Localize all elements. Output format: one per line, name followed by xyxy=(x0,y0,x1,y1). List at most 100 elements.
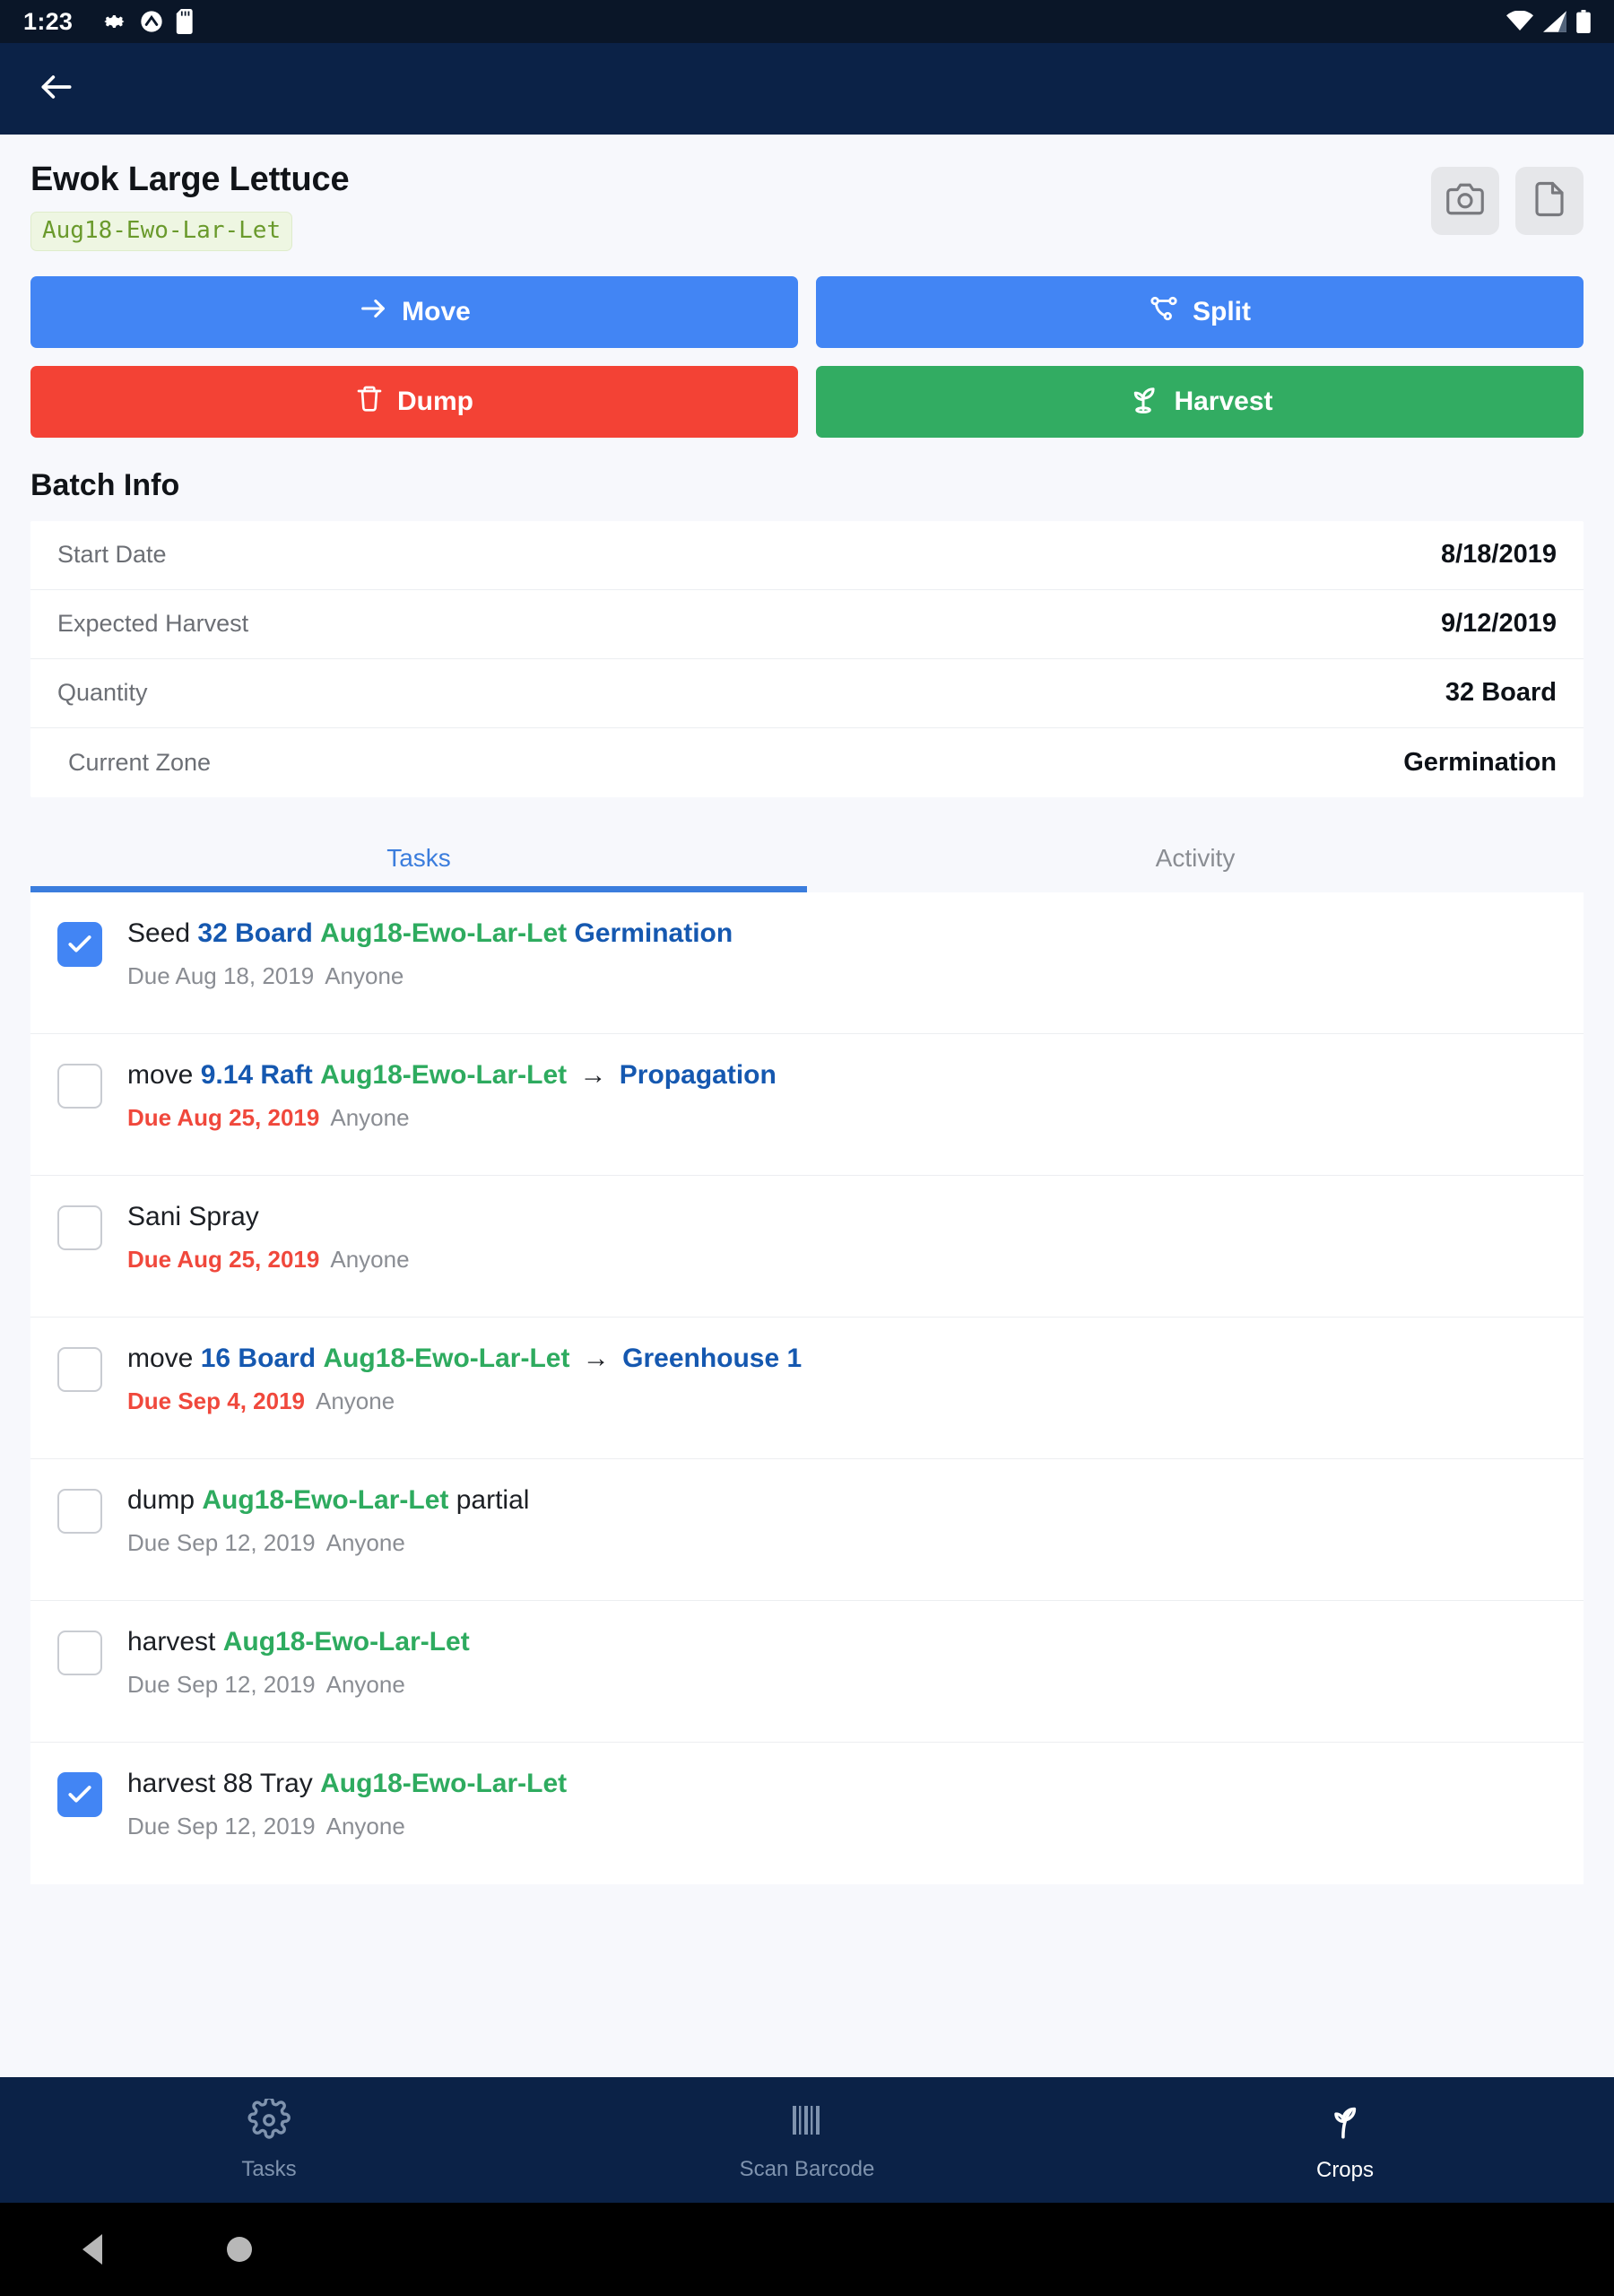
task-checkbox-unchecked[interactable] xyxy=(57,1063,102,1109)
task-checkbox-checked[interactable] xyxy=(57,921,102,967)
page-title: Ewok Large Lettuce xyxy=(30,161,350,198)
arrow-right-icon xyxy=(358,293,388,331)
task-title: harvest 88 Tray Aug18-Ewo-Lar-Let xyxy=(127,1768,1557,1801)
back-button[interactable] xyxy=(27,59,86,118)
task-assignee: Anyone xyxy=(325,1529,405,1557)
task-row[interactable]: dump Aug18-Ewo-Lar-Let partial Due Sep 12… xyxy=(30,1459,1584,1601)
task-title-part: move xyxy=(127,1059,201,1090)
check-icon xyxy=(68,935,91,952)
task-title: move 16 Board Aug18-Ewo-Lar-Let → Greenh… xyxy=(127,1343,1557,1376)
task-assignee: Anyone xyxy=(325,962,404,990)
task-meta: Due Sep 12, 2019 Anyone xyxy=(127,1813,1557,1840)
split-button-label: Split xyxy=(1193,296,1251,326)
task-title-part xyxy=(313,918,320,948)
task-assignee: Anyone xyxy=(316,1387,395,1415)
task-due-date: Due Sep 12, 2019 xyxy=(127,1671,316,1699)
task-checkbox-unchecked[interactable] xyxy=(57,1205,102,1250)
task-meta: Due Aug 25, 2019 Anyone xyxy=(127,1104,1557,1132)
task-meta: Due Sep 4, 2019 Anyone xyxy=(127,1387,1557,1415)
task-assignee: Anyone xyxy=(330,1104,410,1132)
task-title-part: partial xyxy=(448,1484,530,1515)
task-due-date: Due Aug 25, 2019 xyxy=(127,1104,320,1132)
task-title-part: Aug18-Ewo-Lar-Let xyxy=(202,1484,449,1515)
task-list: Seed 32 Board Aug18-Ewo-Lar-Let Germinat… xyxy=(30,891,1584,1884)
task-title: harvest Aug18-Ewo-Lar-Let xyxy=(127,1626,1557,1659)
dump-button[interactable]: Dump xyxy=(30,365,798,438)
move-button-label: Move xyxy=(402,296,471,326)
nav-item-scan-barcode[interactable]: Scan Barcode xyxy=(538,2077,1076,2203)
task-checkbox-unchecked[interactable] xyxy=(57,1346,102,1392)
dump-button-label: Dump xyxy=(397,386,473,416)
task-title-part: move xyxy=(127,1343,201,1373)
status-bar: 1:23 xyxy=(0,0,1614,43)
task-row[interactable]: Sani Spray Due Aug 25, 2019 Anyone xyxy=(30,1176,1584,1318)
battery-icon xyxy=(1576,10,1591,33)
cell-signal-icon xyxy=(1543,11,1566,32)
gear-icon xyxy=(247,2096,291,2146)
task-title-part: Aug18-Ewo-Lar-Let xyxy=(320,918,568,948)
main-content: Ewok Large Lettuce Aug18-Ewo-Lar-Let Mov… xyxy=(0,135,1614,2077)
task-row[interactable]: Seed 32 Board Aug18-Ewo-Lar-Let Germinat… xyxy=(30,892,1584,1034)
harvest-button[interactable]: Harvest xyxy=(816,365,1584,438)
app-circle-icon xyxy=(139,9,164,34)
task-due-date: Due Aug 18, 2019 xyxy=(127,962,315,990)
batch-actions: Move Split Dump Harvest xyxy=(0,251,1614,438)
status-bar-clock: 1:23 xyxy=(23,7,74,35)
task-title-part: → xyxy=(572,1059,614,1090)
nav-label: Scan Barcode xyxy=(739,2156,875,2181)
task-body: Sani Spray Due Aug 25, 2019 Anyone xyxy=(127,1201,1557,1274)
task-meta: Due Sep 12, 2019 Anyone xyxy=(127,1671,1557,1699)
task-title-part: dump xyxy=(127,1484,203,1515)
task-row[interactable]: harvest Aug18-Ewo-Lar-Let Due Sep 12, 201… xyxy=(30,1601,1584,1743)
tab-tasks[interactable]: Tasks xyxy=(30,822,807,892)
task-checkbox-unchecked[interactable] xyxy=(57,1488,102,1534)
task-meta: Due Aug 18, 2019 Anyone xyxy=(127,962,1557,990)
move-button[interactable]: Move xyxy=(30,275,798,348)
tab-activity[interactable]: Activity xyxy=(807,822,1584,892)
crop-header-text: Ewok Large Lettuce Aug18-Ewo-Lar-Let xyxy=(30,161,1431,251)
app-bar xyxy=(0,43,1614,135)
task-title-part xyxy=(567,918,574,948)
task-assignee: Anyone xyxy=(325,1813,405,1840)
nav-item-crops[interactable]: Crops xyxy=(1076,2077,1614,2203)
info-value: Germination xyxy=(1403,747,1557,777)
task-title-part: Sani Spray xyxy=(127,1201,259,1231)
task-title-part xyxy=(313,1060,320,1090)
info-value: 32 Board xyxy=(1445,678,1557,708)
task-body: Seed 32 Board Aug18-Ewo-Lar-Let Germinat… xyxy=(127,918,1557,991)
info-label: Current Zone xyxy=(68,748,212,776)
android-system-bar xyxy=(0,2203,1614,2296)
add-photo-button[interactable] xyxy=(1431,167,1499,235)
task-assignee: Anyone xyxy=(325,1671,405,1699)
nav-label: Crops xyxy=(1315,2157,1375,2182)
task-meta: Due Sep 12, 2019 Anyone xyxy=(127,1529,1557,1557)
header-actions xyxy=(1431,161,1584,235)
info-value: 9/12/2019 xyxy=(1440,609,1557,639)
nav-item-tasks[interactable]: Tasks xyxy=(0,2077,538,2203)
task-row[interactable]: move 16 Board Aug18-Ewo-Lar-Let → Greenh… xyxy=(30,1318,1584,1459)
wifi-icon xyxy=(1506,11,1533,32)
add-note-button[interactable] xyxy=(1515,167,1584,235)
task-title-part: 32 Board xyxy=(197,918,313,948)
task-due-date: Due Aug 25, 2019 xyxy=(127,1246,320,1274)
android-home-button[interactable] xyxy=(227,2237,252,2262)
task-due-date: Due Sep 12, 2019 xyxy=(127,1529,316,1557)
crop-header: Ewok Large Lettuce Aug18-Ewo-Lar-Let xyxy=(0,135,1614,251)
task-title-part: 16 Board xyxy=(200,1343,317,1373)
task-row[interactable]: move 9.14 Raft Aug18-Ewo-Lar-Let → Propa… xyxy=(30,1034,1584,1176)
sd-card-icon xyxy=(176,9,195,34)
task-title-part: Aug18-Ewo-Lar-Let xyxy=(323,1343,570,1373)
task-title-part: Propagation xyxy=(619,1059,777,1090)
task-title-part: 9.14 Raft xyxy=(200,1059,313,1090)
split-button[interactable]: Split xyxy=(816,275,1584,348)
task-checkbox-unchecked[interactable] xyxy=(57,1630,102,1675)
info-row-current-zone: Current Zone Germination xyxy=(30,728,1584,797)
android-back-button[interactable] xyxy=(82,2234,102,2265)
status-bar-right xyxy=(1506,10,1591,33)
task-checkbox-checked[interactable] xyxy=(57,1771,102,1817)
task-title-part: harvest 88 Tray xyxy=(127,1768,321,1798)
camera-icon xyxy=(1446,180,1484,222)
split-branch-icon xyxy=(1149,293,1179,331)
task-body: dump Aug18-Ewo-Lar-Let partial Due Sep 12… xyxy=(127,1484,1557,1558)
task-row[interactable]: harvest 88 Tray Aug18-Ewo-Lar-Let Due Sep… xyxy=(30,1743,1584,1884)
